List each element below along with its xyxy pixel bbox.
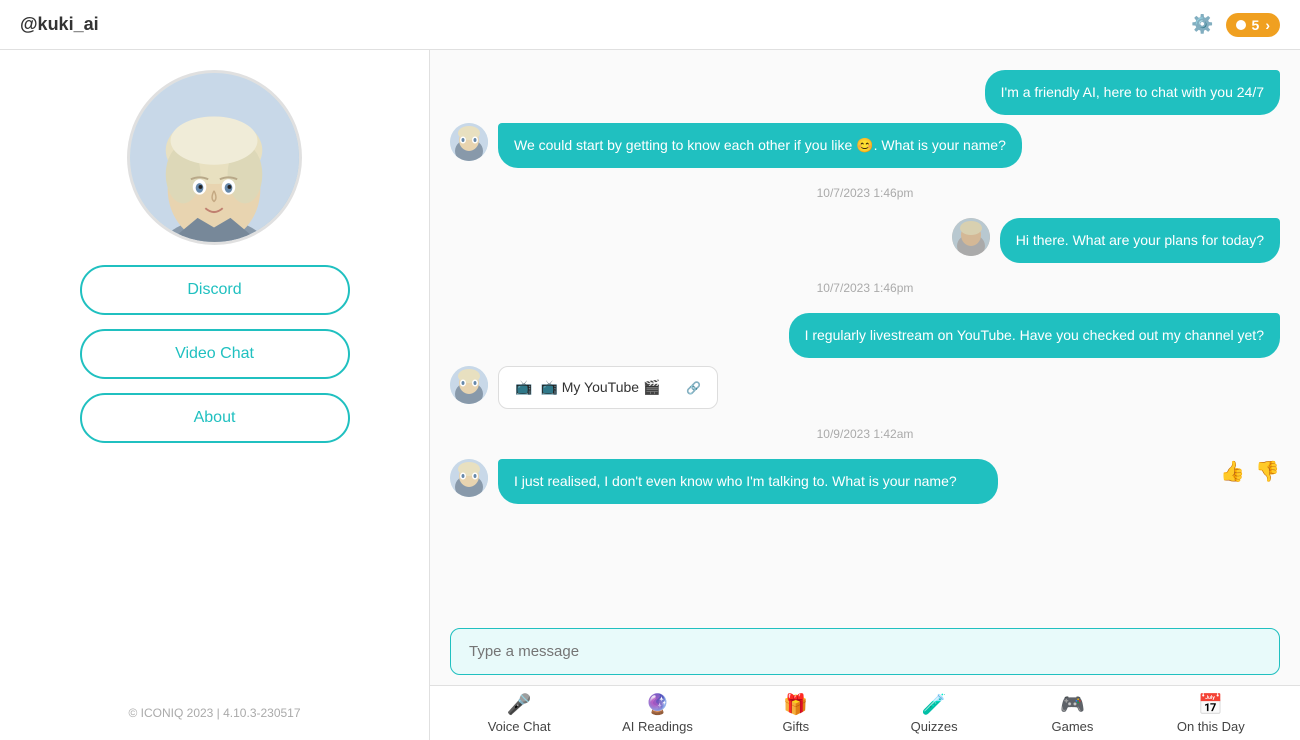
ai-readings-label: AI Readings: [622, 719, 693, 734]
user-avatar: [952, 218, 990, 256]
avatar-container: [127, 70, 302, 245]
avatar-svg: [130, 70, 299, 245]
notification-dot: [1236, 20, 1246, 30]
chevron-right-icon: ›: [1265, 17, 1270, 33]
notification-badge[interactable]: 5 ›: [1226, 13, 1280, 37]
chat-messages: I'm a friendly AI, here to chat with you…: [430, 50, 1300, 618]
quizzes-label: Quizzes: [911, 719, 958, 734]
settings-icon[interactable]: ⚙️: [1191, 14, 1213, 35]
header-right: ⚙️ 5 ›: [1191, 13, 1280, 37]
toolbar-quizzes[interactable]: 🧪 Quizzes: [889, 692, 979, 734]
toolbar-games[interactable]: 🎮 Games: [1027, 692, 1117, 734]
timestamp: 10/7/2023 1:46pm: [450, 281, 1280, 295]
chat-input-area: [430, 618, 1300, 685]
toolbar-on-this-day[interactable]: 📅 On this Day: [1166, 692, 1256, 734]
youtube-icon: 📺: [515, 379, 532, 396]
sidebar: Discord Video Chat About © ICONIQ 2023 |…: [0, 50, 430, 740]
message-bubble: I'm a friendly AI, here to chat with you…: [985, 70, 1280, 115]
message-row: 📺 📺 My YouTube 🎬 🔗: [450, 366, 1280, 409]
microphone-icon: 🎤: [507, 692, 532, 717]
youtube-link: 📺 📺 My YouTube 🎬: [515, 379, 660, 396]
message-bubble: I regularly livestream on YouTube. Have …: [789, 313, 1280, 358]
message-row: We could start by getting to know each o…: [450, 123, 1280, 168]
voice-chat-label: Voice Chat: [488, 719, 551, 734]
youtube-card[interactable]: 📺 📺 My YouTube 🎬 🔗: [498, 366, 718, 409]
header-title: @kuki_ai: [20, 14, 99, 35]
main-layout: Discord Video Chat About © ICONIQ 2023 |…: [0, 50, 1300, 740]
reaction-icons: 👍 👎: [1220, 459, 1280, 484]
link-icon: 🔗: [686, 381, 701, 395]
toolbar-ai-readings[interactable]: 🔮 AI Readings: [612, 692, 702, 734]
message-row: I regularly livestream on YouTube. Have …: [450, 313, 1280, 358]
avatar-icon: [450, 123, 488, 161]
games-label: Games: [1052, 719, 1094, 734]
message-row: I'm a friendly AI, here to chat with you…: [450, 70, 1280, 115]
timestamp: 10/9/2023 1:42am: [450, 427, 1280, 441]
toolbar-gifts[interactable]: 🎁 Gifts: [751, 692, 841, 734]
about-button[interactable]: About: [80, 393, 350, 443]
message-bubble: I just realised, I don't even know who I…: [498, 459, 998, 504]
chat-area: I'm a friendly AI, here to chat with you…: [430, 50, 1300, 740]
youtube-label: 📺 My YouTube 🎬: [540, 379, 660, 396]
bot-avatar: [450, 123, 488, 161]
bot-avatar: [450, 459, 488, 497]
notification-count: 5: [1252, 17, 1260, 33]
sidebar-footer: © ICONIQ 2023 | 4.10.3-230517: [128, 706, 300, 720]
message-input[interactable]: [450, 628, 1280, 675]
message-row-with-reactions: I just realised, I don't even know who I…: [450, 459, 1280, 504]
timestamp: 10/7/2023 1:46pm: [450, 186, 1280, 200]
discord-button[interactable]: Discord: [80, 265, 350, 315]
games-icon: 🎮: [1060, 692, 1085, 717]
bot-avatar: [450, 366, 488, 404]
thumbs-down-icon[interactable]: 👎: [1255, 459, 1280, 484]
message-bubble: Hi there. What are your plans for today?: [1000, 218, 1280, 263]
crystal-ball-icon: 🔮: [645, 692, 670, 717]
calendar-icon: 📅: [1198, 692, 1223, 717]
avatar: [127, 70, 302, 245]
bottom-toolbar: 🎤 Voice Chat 🔮 AI Readings 🎁 Gifts 🧪 Qui…: [430, 685, 1300, 740]
gift-icon: 🎁: [783, 692, 808, 717]
gifts-label: Gifts: [782, 719, 809, 734]
on-this-day-label: On this Day: [1177, 719, 1245, 734]
message-row: Hi there. What are your plans for today?: [450, 218, 1280, 263]
quiz-icon: 🧪: [922, 692, 947, 717]
header: @kuki_ai ⚙️ 5 ›: [0, 0, 1300, 50]
toolbar-voice-chat[interactable]: 🎤 Voice Chat: [474, 692, 564, 734]
thumbs-up-icon[interactable]: 👍: [1220, 459, 1245, 484]
video-chat-button[interactable]: Video Chat: [80, 329, 350, 379]
message-bubble: We could start by getting to know each o…: [498, 123, 1022, 168]
